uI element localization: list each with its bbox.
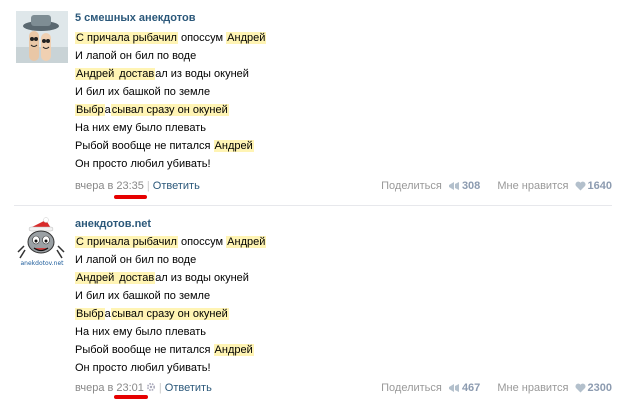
post-date-prefix: вчера в xyxy=(75,180,117,192)
post-author[interactable]: анекдотов.net xyxy=(75,218,151,230)
text-line-5: Выбрасывал сразу он окуней xyxy=(75,104,229,116)
post-stats: Поделиться 308 Мне нравится 1640 xyxy=(367,180,612,192)
like-count: 1640 xyxy=(587,180,612,192)
like-label: Мне нравится xyxy=(497,180,569,192)
share-count: 308 xyxy=(461,180,481,192)
share-label: Поделиться xyxy=(381,180,442,192)
text-line-6: На них ему было плевать xyxy=(75,122,207,134)
text-line-8: Он просто любил убивать! xyxy=(75,158,211,170)
post-meta: вчера в 23:35 | Ответить xyxy=(75,180,200,192)
text-line-5: Выбрасывал сразу он окуней xyxy=(75,308,229,320)
like-button[interactable]: Мне нравится 1640 xyxy=(497,180,612,192)
post-meta: вчера в 23:01 | Ответить xyxy=(75,382,212,394)
post-time[interactable]: 23:35 xyxy=(116,180,144,192)
text-line-3: Андрей доставал из воды окуней xyxy=(75,272,249,284)
avatar[interactable]: anekdotov.net xyxy=(16,216,68,268)
post-text: С причала рыбачил опоссум Андрей И лапой… xyxy=(75,31,267,175)
text-line-4: И бил их башкой по земле xyxy=(75,290,211,302)
text-line-2: И лапой он бил по воде xyxy=(75,50,197,62)
avatar[interactable] xyxy=(16,11,68,63)
time-underline-mark xyxy=(114,195,147,199)
post-author[interactable]: 5 смешных анекдотов xyxy=(75,12,195,24)
post-text: С причала рыбачил опоссум Андрей И лапой… xyxy=(75,235,267,379)
gear-icon[interactable] xyxy=(146,382,156,392)
share-count: 467 xyxy=(461,382,481,394)
heart-icon xyxy=(575,181,586,191)
avatar-logo-text: anekdotov.net xyxy=(21,260,65,267)
time-underline-mark xyxy=(114,395,148,399)
text-line-7: Рыбой вообще не питался Андрей xyxy=(75,344,254,356)
post-stats: Поделиться 467 Мне нравится 2300 xyxy=(367,382,612,394)
text-line-3: Андрей доставал из воды окуней xyxy=(75,68,249,80)
reply-link[interactable]: Ответить xyxy=(165,382,212,394)
text-line-7: Рыбой вообще не питался Андрей xyxy=(75,140,254,152)
megaphone-icon xyxy=(448,182,459,190)
like-button[interactable]: Мне нравится 2300 xyxy=(497,382,612,394)
share-label: Поделиться xyxy=(381,382,442,394)
meta-divider: | xyxy=(158,382,162,394)
text-line-2: И лапой он бил по воде xyxy=(75,254,197,266)
text-line-8: Он просто любил убивать! xyxy=(75,362,211,374)
text-line-4: И бил их башкой по земле xyxy=(75,86,211,98)
reply-link[interactable]: Ответить xyxy=(153,180,200,192)
post-time[interactable]: 23:01 xyxy=(116,382,144,394)
like-count: 2300 xyxy=(587,382,612,394)
like-label: Мне нравится xyxy=(497,382,569,394)
meta-divider: | xyxy=(146,180,150,192)
text-line-1: С причала рыбачил опоссум Андрей xyxy=(75,236,267,248)
post-date-prefix: вчера в xyxy=(75,382,117,394)
post-1: 5 смешных анекдотов С причала рыбачил оп… xyxy=(0,0,626,205)
heart-icon xyxy=(575,383,586,393)
text-line-1: С причала рыбачил опоссум Андрей xyxy=(75,32,267,44)
text-line-6: На них ему было плевать xyxy=(75,326,207,338)
share-button[interactable]: Поделиться 467 xyxy=(381,382,480,394)
share-button[interactable]: Поделиться 308 xyxy=(381,180,480,192)
post-2: anekdotov.net анекдотов.net С причала ры… xyxy=(0,206,626,405)
megaphone-icon xyxy=(448,384,459,392)
